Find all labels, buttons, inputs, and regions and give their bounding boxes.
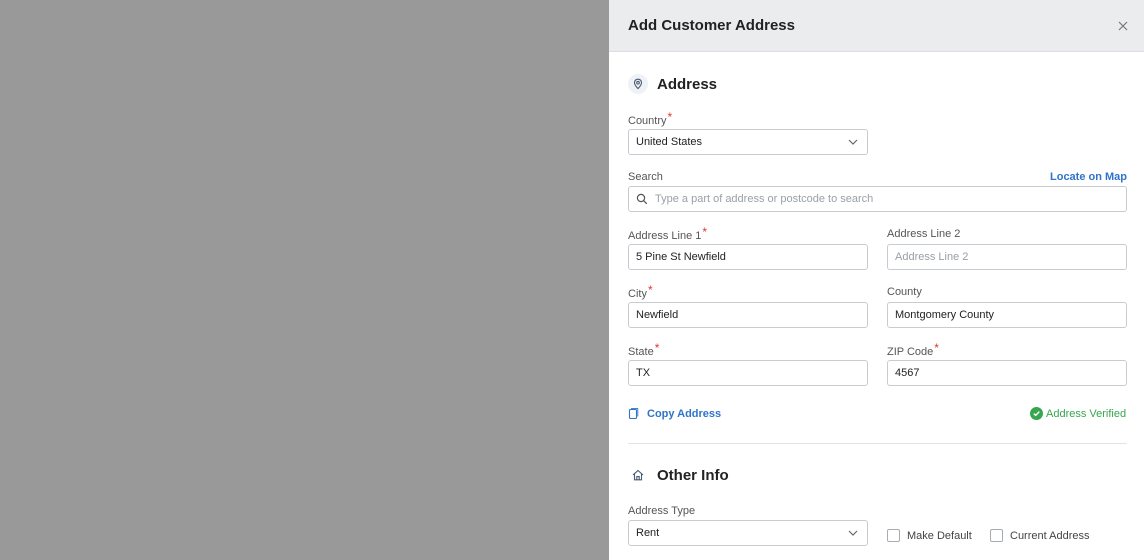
make-default-label: Make Default [907, 529, 972, 542]
make-default-box[interactable] [887, 529, 900, 542]
address-line-2-label: Address Line 2 [887, 228, 961, 240]
home-icon [628, 465, 648, 485]
close-button[interactable] [1113, 16, 1133, 36]
address-section-title: Address [657, 75, 718, 93]
address-verified-text: Address Verified [1046, 407, 1127, 420]
search-label: Search [628, 171, 663, 183]
city-input[interactable]: Newfield [628, 302, 868, 328]
copy-address-button[interactable]: Copy Address [628, 408, 721, 420]
zip-code-label: ZIP Code* [887, 341, 939, 358]
drawer-header: Add Customer Address [609, 0, 1144, 52]
address-type-label: Address Type [628, 505, 696, 517]
address-line-1-label: Address Line 1* [628, 225, 708, 242]
other-info-section-title: Other Info [657, 466, 729, 484]
address-verified-status: Address Verified [1030, 407, 1126, 420]
address-line-1-input[interactable]: 5 Pine St Newfield [628, 244, 868, 270]
country-value: United States [636, 136, 703, 148]
make-default-checkbox[interactable]: Make Default [887, 529, 972, 542]
county-label: County [887, 286, 922, 298]
current-address-label: Current Address [1010, 529, 1090, 542]
country-label: Country* [628, 110, 673, 127]
state-input[interactable]: TX [628, 360, 868, 386]
address-line-2-input[interactable]: Address Line 2 [887, 244, 1127, 270]
address-search-input[interactable]: Type a part of address or postcode to se… [628, 186, 1127, 212]
address-type-value: Rent [636, 527, 660, 539]
zip-code-input[interactable]: 4567 [887, 360, 1127, 386]
check-circle-icon [1030, 407, 1043, 420]
locate-on-map-link[interactable]: Locate on Map [1050, 171, 1127, 183]
chevron-down-icon [848, 530, 858, 536]
section-divider [628, 443, 1127, 444]
county-input[interactable]: Montgomery County [887, 302, 1127, 328]
search-icon [636, 193, 648, 205]
close-icon [1118, 21, 1128, 31]
other-info-section-header: Other Info [628, 465, 729, 485]
address-section-header: Address [628, 74, 717, 94]
copy-address-label: Copy Address [647, 408, 722, 420]
country-select[interactable]: United States [628, 129, 868, 155]
map-pin-icon [628, 74, 648, 94]
state-label: State* [628, 341, 660, 358]
chevron-down-icon [848, 139, 858, 145]
address-type-select[interactable]: Rent [628, 520, 868, 546]
current-address-box[interactable] [990, 529, 1003, 542]
add-address-drawer: Add Customer Address Address Country* Un… [609, 0, 1144, 560]
modal-backdrop[interactable] [0, 0, 609, 560]
drawer-title: Add Customer Address [628, 17, 795, 34]
copy-icon [628, 408, 639, 420]
city-label: City* [628, 283, 653, 300]
current-address-checkbox[interactable]: Current Address [990, 529, 1089, 542]
search-placeholder: Type a part of address or postcode to se… [655, 193, 874, 205]
